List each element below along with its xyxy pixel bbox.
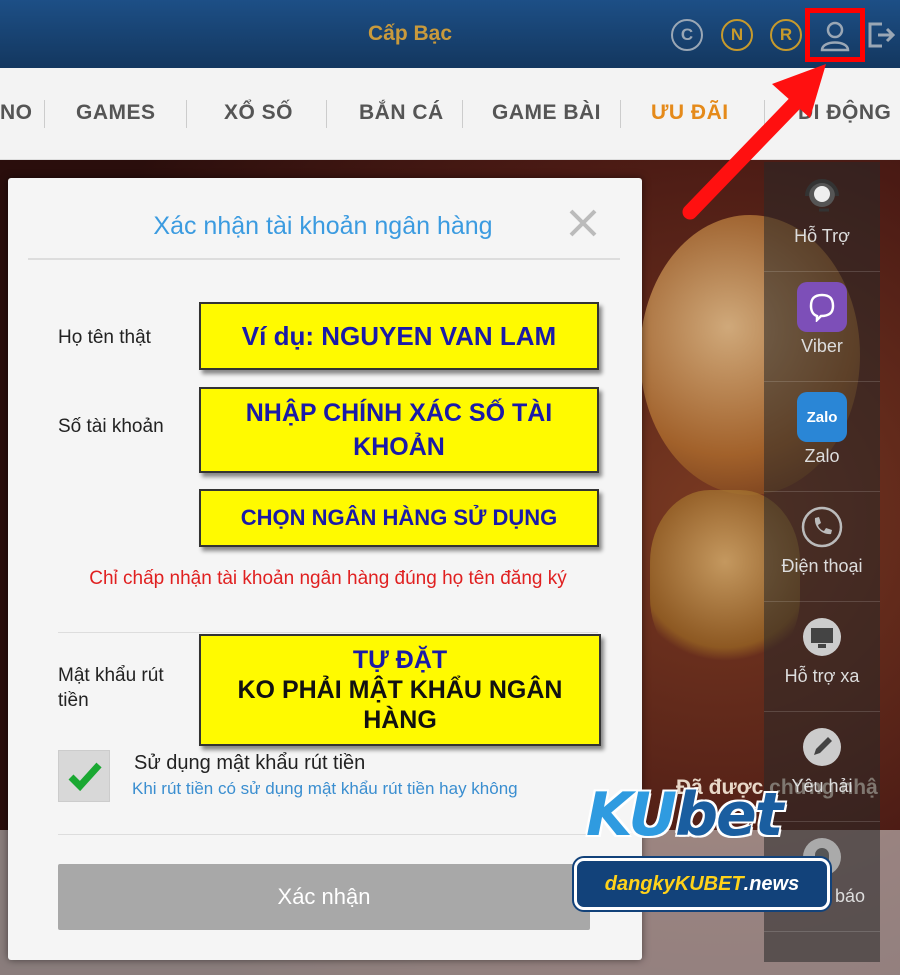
side-label: Điện thoại: [781, 556, 863, 576]
zalo-icon: Zalo: [797, 392, 847, 442]
nav-divider: [620, 100, 621, 128]
pencil-icon: [797, 722, 847, 772]
close-icon[interactable]: [566, 206, 600, 240]
nav-item-fishing[interactable]: BẮN CÁ: [359, 101, 444, 125]
side-item-remote-support[interactable]: Hỗ trợ xa: [764, 602, 880, 712]
real-name-label: Họ tên thật: [58, 327, 151, 348]
divider: [58, 632, 598, 633]
nav-item-promotions[interactable]: ƯU ĐÃI: [651, 101, 729, 125]
nav-item-lottery[interactable]: XỔ SỐ: [224, 101, 293, 125]
use-password-description: Khi rút tiền có sử dụng mật khẩu rút tiề…: [132, 779, 518, 798]
nav-item-card-games[interactable]: GAME BÀI: [492, 101, 601, 125]
divider: [28, 258, 620, 260]
coin-c-icon[interactable]: C: [671, 19, 703, 51]
divider: [58, 834, 598, 835]
user-icon[interactable]: [818, 19, 852, 53]
account-number-input[interactable]: NHẬP CHÍNH XÁC SỐ TÀI KHOẢN: [199, 387, 599, 473]
nav-divider: [326, 100, 327, 128]
side-label: Zalo: [804, 446, 840, 466]
withdraw-password-label: Mật khẩu rút tiền: [58, 665, 164, 711]
monitor-icon: [797, 612, 847, 662]
real-name-input[interactable]: Ví dụ: NGUYEN VAN LAM: [199, 302, 599, 370]
nav-item-games[interactable]: GAMES: [76, 101, 156, 125]
name-match-warning: Chỉ chấp nhận tài khoản ngân hàng đúng h…: [89, 568, 567, 589]
side-item-phone[interactable]: Điện thoại: [764, 492, 880, 602]
main-nav: NO GAMES XỔ SỐ BẮN CÁ GAME BÀI ƯU ĐÃI DI…: [0, 68, 900, 160]
side-item-zalo[interactable]: Zalo Zalo: [764, 382, 880, 492]
side-label: Viber: [801, 336, 843, 356]
headset-icon: [797, 172, 847, 222]
nav-item-mobile[interactable]: DI ĐỘNG: [798, 101, 891, 125]
use-password-checkbox[interactable]: [58, 750, 110, 802]
side-item-viber[interactable]: Viber: [764, 272, 880, 382]
password-hint-line-2: KO PHẢI MẬT KHẨU NGÂN HÀNG: [237, 676, 563, 734]
member-level: Cấp Bạc: [367, 22, 453, 45]
coin-n-icon[interactable]: N: [721, 19, 753, 51]
nav-divider: [462, 100, 463, 128]
nav-divider: [764, 100, 765, 128]
user-profile-highlight[interactable]: [805, 8, 865, 62]
coin-r-icon[interactable]: R: [770, 19, 802, 51]
withdraw-password-input[interactable]: TỰ ĐẶT KO PHẢI MẬT KHẨU NGÂN HÀNG: [199, 634, 601, 746]
kubet-wordmark: KUbet: [586, 780, 783, 850]
checkmark-icon: [68, 762, 102, 792]
confirm-button[interactable]: Xác nhận: [58, 864, 590, 930]
nav-item-casino[interactable]: NO: [0, 101, 33, 125]
side-label: Hỗ trợ xa: [784, 666, 860, 686]
dialog-title: Xác nhận tài khoản ngân hàng: [153, 212, 493, 240]
side-item-support[interactable]: Hỗ Trợ: [764, 162, 880, 272]
phone-icon: [797, 502, 847, 552]
nav-divider: [44, 100, 45, 128]
site-url-badge: dangkyKUBET .news: [574, 858, 830, 910]
top-bar: Cấp Bạc C N R: [0, 0, 900, 68]
account-number-label: Số tài khoản: [58, 416, 164, 437]
bank-select[interactable]: CHỌN NGÂN HÀNG SỬ DỤNG: [199, 489, 599, 547]
use-password-label: Sử dụng mật khẩu rút tiền: [134, 752, 366, 774]
side-label: Hỗ Trợ: [794, 226, 850, 246]
logout-icon[interactable]: [866, 20, 896, 50]
nav-divider: [186, 100, 187, 128]
bank-account-dialog: Xác nhận tài khoản ngân hàng Họ tên thật…: [8, 178, 642, 960]
password-hint-line-1: TỰ ĐẶT: [352, 646, 448, 674]
viber-icon: [797, 282, 847, 332]
